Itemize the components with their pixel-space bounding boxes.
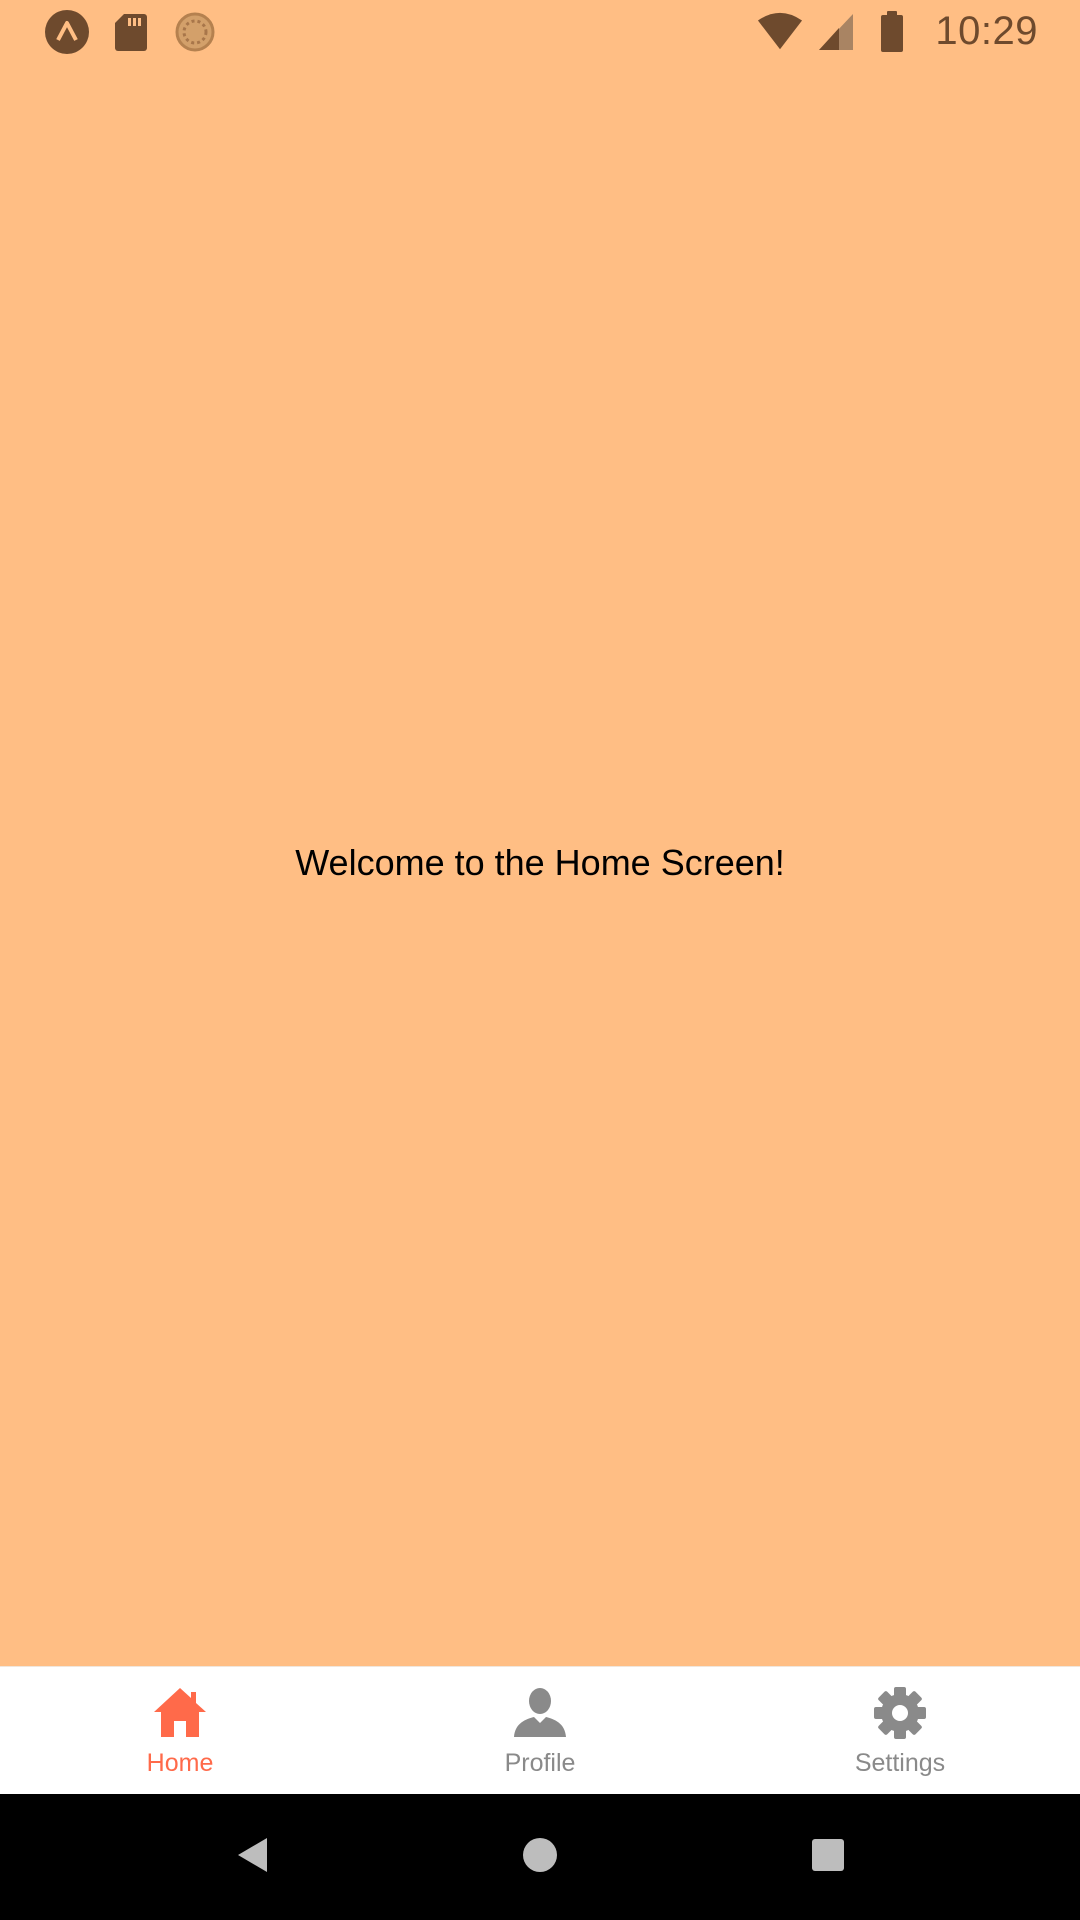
tab-profile[interactable]: Profile [360, 1667, 720, 1794]
tab-settings[interactable]: Settings [720, 1667, 1080, 1794]
home-icon [152, 1685, 208, 1741]
status-left-icons [44, 9, 236, 55]
tab-profile-label: Profile [504, 1749, 576, 1777]
back-button[interactable] [222, 1827, 282, 1887]
status-bar: 10:29 [0, 0, 1080, 63]
back-icon [235, 1836, 269, 1879]
recents-icon [811, 1838, 845, 1877]
recents-button[interactable] [798, 1827, 858, 1887]
system-navigation-bar [0, 1794, 1080, 1920]
expo-icon [44, 9, 90, 55]
tab-home[interactable]: Home [0, 1667, 360, 1794]
status-time: 10:29 [935, 9, 1038, 53]
tab-home-label: Home [146, 1749, 214, 1777]
gear-icon [872, 1685, 928, 1741]
tab-settings-label: Settings [854, 1749, 946, 1777]
sd-card-icon [108, 9, 154, 55]
status-right-icons: 10:29 [747, 9, 1038, 55]
bottom-tab-bar: Home Profile Settings [0, 1666, 1080, 1794]
battery-icon [869, 9, 915, 55]
sync-icon [172, 9, 218, 55]
home-screen-content: Welcome to the Home Screen! [0, 63, 1080, 1666]
home-button[interactable] [510, 1827, 570, 1887]
welcome-text: Welcome to the Home Screen! [295, 842, 785, 883]
home-circle-icon [521, 1836, 559, 1879]
wifi-icon [757, 9, 803, 55]
person-icon [512, 1685, 568, 1741]
signal-icon [813, 9, 859, 55]
